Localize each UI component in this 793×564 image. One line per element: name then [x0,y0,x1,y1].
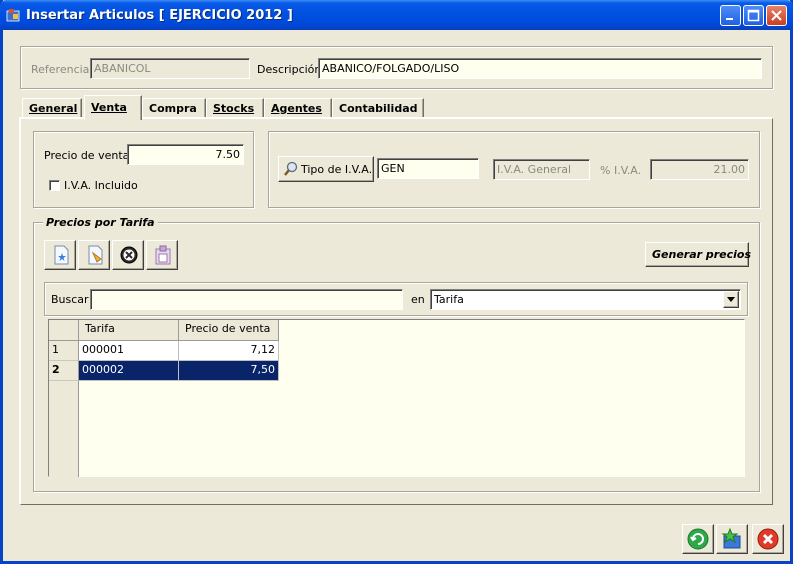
tab-agentes[interactable]: Agentes [264,98,332,118]
en-select-dropdown-button[interactable] [723,291,739,308]
tab-contabilidad-label: Contabilidad [339,102,418,115]
tipo-iva-button[interactable]: Tipo de I.V.A. [278,156,374,182]
tipo-iva-field[interactable]: GEN [377,158,479,179]
buscar-label: Buscar [51,293,89,306]
refresh-button[interactable] [682,524,714,554]
referencia-label: Referencia [31,63,90,76]
cell-tarifa[interactable]: 000001 [79,341,179,361]
minimize-button[interactable] [720,5,741,26]
generar-precios-label: Generar precios [652,248,752,261]
descripcion-label: Descripción [257,63,322,76]
iva-general-field: I.V.A. General [493,159,590,180]
precio-venta-label: Precio de venta [44,149,130,162]
generar-precios-button[interactable]: Generar precios [645,242,752,267]
close-window-button[interactable] [766,5,787,26]
descripcion-field[interactable]: ABANICO/FOLGADO/LISO [318,58,762,79]
chevron-down-icon [727,297,735,302]
minimize-icon [726,18,733,20]
tab-general[interactable]: General [22,98,82,118]
precio-venta-field[interactable]: 7.50 [127,144,244,165]
delete-record-icon [120,246,138,264]
tab-venta-label: Venta [91,101,127,114]
tab-compra[interactable]: Compra [142,98,206,118]
tab-stocks-label: Stocks [213,102,255,115]
pct-iva-label: % I.V.A. [600,164,642,177]
new-record-icon [54,245,69,265]
refresh-icon [687,528,709,550]
close-icon [771,10,782,21]
cell-precio[interactable]: 7,12 [179,341,279,361]
delete-tarifa-button[interactable] [112,240,144,270]
cell-tarifa[interactable]: 000002 [79,361,179,381]
close-button[interactable] [752,524,784,554]
save-button[interactable] [716,524,748,554]
referencia-field: ABANICOL [90,58,250,79]
tarifas-grid[interactable]: Tarifa Precio de venta 1 000001 7,12 2 0… [48,319,745,477]
paste-tarifa-button[interactable] [146,240,178,270]
en-label: en [411,293,425,306]
row-index[interactable]: 1 [49,341,79,361]
paste-record-icon [155,245,171,265]
en-select[interactable]: Tarifa [430,289,741,310]
pct-iva-field: 21.00 [650,159,749,180]
en-select-value: Tarifa [434,293,464,306]
app-icon [6,9,20,22]
column-header-precio[interactable]: Precio de venta [179,320,279,341]
tab-compra-label: Compra [149,102,197,115]
window-title: Insertar Articulos [ EJERCICIO 2012 ] [26,8,293,23]
maximize-icon [747,9,760,22]
buscar-input[interactable] [90,289,403,310]
row-index[interactable]: 2 [49,361,79,381]
edit-tarifa-button[interactable] [78,240,110,270]
column-header-tarifa[interactable]: Tarifa [79,320,179,341]
precio-group [33,131,254,208]
cell-precio[interactable]: 7,50 [179,361,279,381]
iva-incluido-label: I.V.A. Incluido [64,179,138,192]
edit-record-icon [88,245,103,265]
search-icon [284,161,298,176]
grid-corner [49,320,79,341]
tab-agentes-label: Agentes [271,102,322,115]
tab-general-label: General [29,102,78,115]
iva-incluido-checkbox[interactable] [49,180,60,191]
tab-venta[interactable]: Venta [84,95,142,120]
tab-contabilidad[interactable]: Contabilidad [332,98,424,118]
save-icon [721,528,741,549]
title-bar[interactable]: Insertar Articulos [ EJERCICIO 2012 ] [0,0,793,30]
new-tarifa-button[interactable] [44,240,76,270]
tab-stocks[interactable]: Stocks [206,98,264,118]
maximize-button[interactable] [743,5,764,26]
close-icon [757,528,779,550]
tarifas-group-title: Precios por Tarifa [43,216,158,229]
tipo-iva-button-label: Tipo de I.V.A. [301,163,373,176]
